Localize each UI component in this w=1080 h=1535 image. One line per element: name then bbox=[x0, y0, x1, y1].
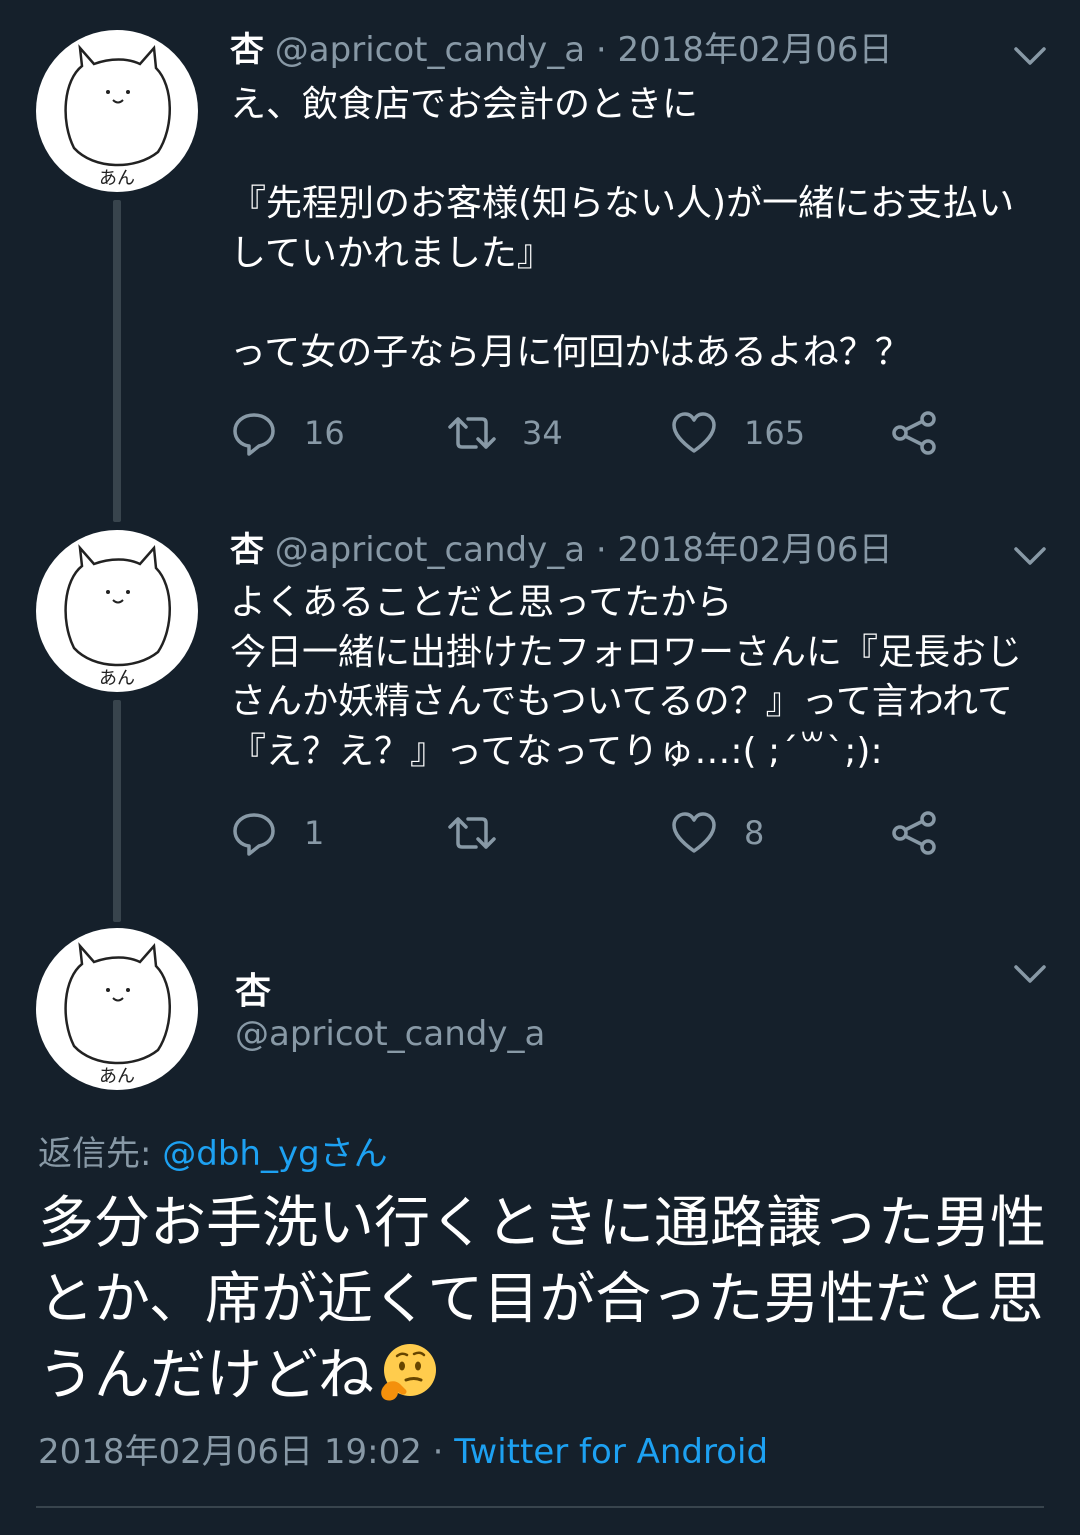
tweet-text: よくあることだと思ってたから 今日一緒に出掛けたフォロワーさんに『足長おじさんか… bbox=[230, 582, 1023, 772]
svg-text:あん: あん bbox=[99, 1066, 135, 1087]
reply-to: 返信先: @dbh_ygさん bbox=[38, 1126, 388, 1175]
thread-line bbox=[113, 700, 121, 922]
heart-icon bbox=[672, 412, 716, 453]
like-button[interactable]: 8 bbox=[670, 808, 764, 858]
share-button[interactable] bbox=[890, 408, 938, 458]
like-count: 165 bbox=[744, 414, 806, 452]
svg-text:あん: あん bbox=[99, 668, 135, 689]
avatar[interactable]: あん bbox=[36, 30, 198, 192]
retweet-button[interactable] bbox=[448, 808, 522, 858]
reply-button[interactable]: 16 bbox=[230, 408, 345, 458]
svg-text:あん: あん bbox=[99, 168, 135, 189]
timestamp-text: 2018年02月06日 19:02 · bbox=[38, 1432, 455, 1472]
reply-prefix: 返信先: bbox=[38, 1134, 163, 1174]
avatar[interactable]: あん bbox=[36, 530, 198, 692]
handle-date: @apricot_candy_a · 2018年02月06日 bbox=[264, 30, 893, 70]
retweet-count: 34 bbox=[522, 414, 563, 452]
display-name[interactable]: 杏 bbox=[235, 962, 271, 1014]
chevron-down-icon[interactable] bbox=[1012, 544, 1048, 568]
tweet-text: え、飲食店でお会計のときに 『先程別のお客様(知らない人)が一緒にお支払いしてい… bbox=[230, 84, 1015, 373]
like-count: 8 bbox=[744, 814, 765, 852]
divider bbox=[36, 1506, 1044, 1508]
timestamp: 2018年02月06日 19:02 · Twitter for Android bbox=[38, 1424, 768, 1473]
chevron-down-icon[interactable] bbox=[1012, 962, 1048, 986]
retweet-icon bbox=[448, 817, 496, 849]
display-name[interactable]: 杏 bbox=[230, 530, 264, 570]
reply-mention-link[interactable]: @dbh_ygさん bbox=[162, 1134, 387, 1174]
display-name[interactable]: 杏 bbox=[230, 30, 264, 70]
source-link[interactable]: Twitter for Android bbox=[454, 1432, 768, 1472]
tweet-header: 杏 @apricot_candy_a · 2018年02月06日 bbox=[230, 28, 893, 72]
reply-count: 16 bbox=[304, 414, 345, 452]
reply-button[interactable]: 1 bbox=[230, 808, 324, 858]
share-icon bbox=[892, 411, 936, 455]
heart-icon bbox=[672, 812, 716, 853]
retweet-button[interactable]: 34 bbox=[448, 408, 563, 458]
avatar[interactable]: あん bbox=[36, 928, 198, 1090]
tweet-header: 杏 @apricot_candy_a · 2018年02月06日 bbox=[230, 528, 893, 572]
handle-date: @apricot_candy_a · 2018年02月06日 bbox=[264, 530, 893, 570]
share-icon bbox=[892, 811, 936, 855]
reply-icon bbox=[233, 413, 275, 456]
main-text-content: 多分お手洗い行くときに通路譲った男性とか、席が近くて目が合った男性だと思うんだけ… bbox=[38, 1191, 1046, 1408]
reply-icon bbox=[233, 813, 275, 856]
share-button[interactable] bbox=[890, 808, 938, 858]
reply-count: 1 bbox=[304, 814, 325, 852]
retweet-icon bbox=[448, 417, 496, 449]
main-tweet-text: 多分お手洗い行くときに通路譲った男性とか、席が近くて目が合った男性だと思うんだけ… bbox=[38, 1186, 1048, 1414]
thinking-face-icon bbox=[381, 1344, 436, 1401]
handle[interactable]: @apricot_candy_a bbox=[235, 1014, 545, 1054]
chevron-down-icon[interactable] bbox=[1012, 44, 1048, 68]
like-button[interactable]: 165 bbox=[670, 408, 805, 458]
thread-line bbox=[113, 200, 121, 522]
